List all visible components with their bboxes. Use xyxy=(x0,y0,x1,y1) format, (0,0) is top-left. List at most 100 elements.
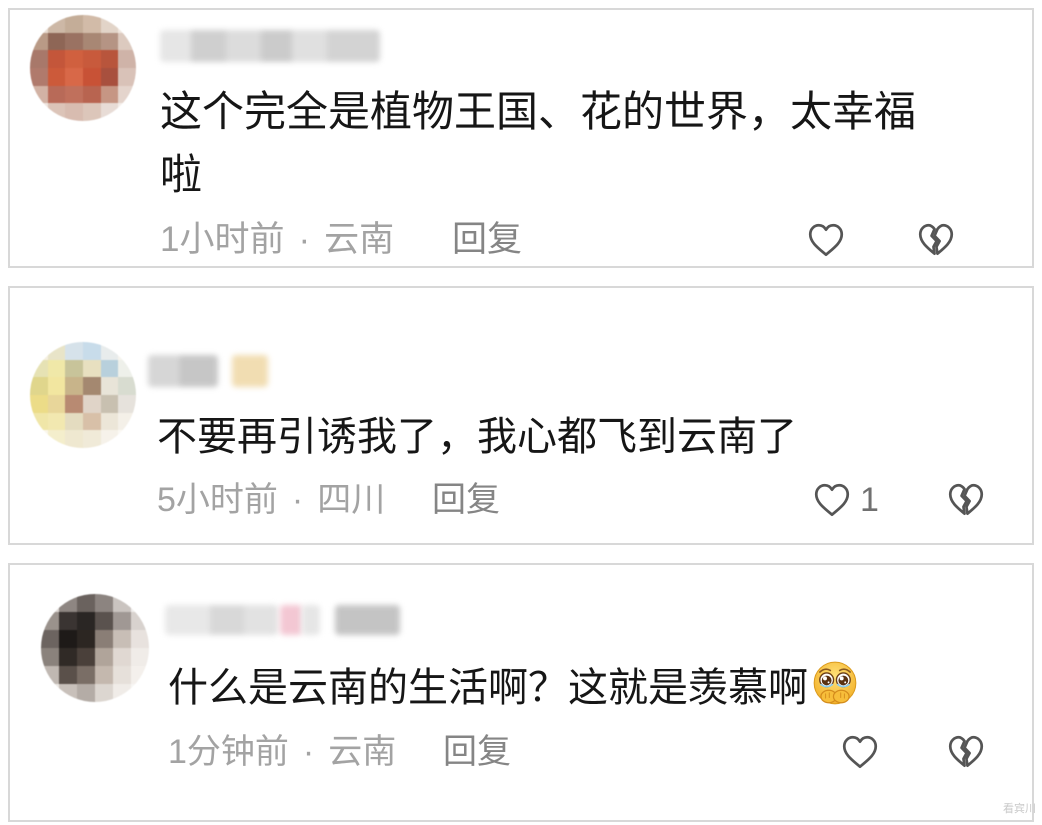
watermark: 看宾川 xyxy=(1003,803,1036,815)
avatar-pixel xyxy=(41,684,59,702)
avatar-pixel xyxy=(47,103,66,121)
avatar-pixel xyxy=(30,50,48,68)
avatar-pixel xyxy=(59,666,77,684)
dislike-button[interactable] xyxy=(945,479,987,521)
avatar-pixel xyxy=(95,594,113,612)
comment-text: 什么是云南的生活啊？这就是羡慕啊 xyxy=(168,666,808,710)
avatar-pixel xyxy=(118,85,136,104)
username-redacted[interactable] xyxy=(148,355,268,387)
username-blur-block xyxy=(148,355,218,387)
avatar-pixel xyxy=(65,430,83,448)
avatar-pixel xyxy=(30,412,48,431)
comment-card: 这个完全是植物王国、花的世界，太幸福啦 1小时前 · 云南 回复 xyxy=(8,8,1034,268)
meta-separator: · xyxy=(302,733,315,771)
dislike-button[interactable] xyxy=(915,219,957,261)
comment-meta: 1小时前 · 云南 xyxy=(160,220,394,260)
avatar-pixel xyxy=(113,666,131,684)
avatar-pixel xyxy=(47,342,66,360)
avatar-pixel xyxy=(118,50,136,68)
avatar-pixel xyxy=(82,50,101,68)
avatar-pixel xyxy=(100,15,119,33)
avatar-pixel xyxy=(118,32,136,51)
avatar-pixel xyxy=(30,85,48,104)
avatar-pixel xyxy=(82,15,101,33)
like-button[interactable] xyxy=(811,479,853,521)
avatar-pixel xyxy=(65,50,83,68)
avatar-pixel xyxy=(118,359,136,378)
avatar[interactable] xyxy=(41,594,149,702)
avatar-pixel xyxy=(118,103,136,121)
teary-face-hands-emoji-icon xyxy=(810,659,860,709)
avatar-pixel xyxy=(100,67,119,86)
avatar-pixel xyxy=(113,594,131,612)
avatar-pixel xyxy=(47,359,66,378)
avatar-pixel xyxy=(41,594,59,612)
avatar-pixel xyxy=(118,377,136,395)
avatar-pixel xyxy=(65,85,83,104)
comment-card: 什么是云南的生活啊？这就是羡慕啊 1分钟前 · 云南 回复 xyxy=(8,563,1034,822)
username-blur-block xyxy=(280,605,302,635)
avatar[interactable] xyxy=(30,15,136,121)
avatar-pixel xyxy=(47,394,66,413)
avatar-pixel xyxy=(77,684,95,702)
avatar-pixel xyxy=(65,32,83,51)
avatar-pixel xyxy=(95,612,113,630)
avatar-pixel xyxy=(118,430,136,448)
like-button[interactable] xyxy=(805,219,847,261)
avatar-pixel xyxy=(82,377,101,395)
meta-separator: · xyxy=(298,220,311,259)
avatar-pixel xyxy=(118,394,136,413)
avatar-pixel xyxy=(41,648,59,666)
username-blur-block xyxy=(335,605,400,635)
username-redacted[interactable] xyxy=(160,30,380,62)
meta-separator: · xyxy=(291,481,304,519)
comment-time: 5小时前 xyxy=(157,481,278,519)
avatar-pixel xyxy=(82,394,101,413)
avatar-pixel xyxy=(47,377,66,395)
avatar-pixel xyxy=(59,648,77,666)
comment-text: 不要再引诱我了，我心都飞到云南了 xyxy=(157,415,797,459)
avatar-pixel xyxy=(65,342,83,360)
heart-outline-icon xyxy=(811,479,853,521)
comment-text-row: 什么是云南的生活啊？这就是羡慕啊 xyxy=(168,658,988,718)
comment-time: 1小时前 xyxy=(160,220,285,259)
avatar-pixel xyxy=(30,430,48,448)
avatar-pixel xyxy=(100,359,119,378)
avatar-pixel xyxy=(131,684,149,702)
avatar-pixel xyxy=(95,648,113,666)
avatar-pixel xyxy=(100,412,119,431)
reply-button[interactable]: 回复 xyxy=(432,480,500,520)
avatar-pixel xyxy=(100,377,119,395)
avatar-pixel xyxy=(47,412,66,431)
avatar-pixel xyxy=(41,630,59,648)
avatar-pixel xyxy=(41,666,59,684)
username-redacted[interactable] xyxy=(165,605,400,635)
reply-button[interactable]: 回复 xyxy=(443,732,511,772)
avatar-pixel xyxy=(30,394,48,413)
avatar-pixel xyxy=(77,666,95,684)
reply-button[interactable]: 回复 xyxy=(452,220,522,260)
comment-text: 这个完全是植物王国、花的世界，太幸福啦 xyxy=(160,88,917,198)
dislike-button[interactable] xyxy=(945,731,987,773)
avatar-pixel xyxy=(100,103,119,121)
avatar-pixel xyxy=(77,648,95,666)
avatar-pixel xyxy=(82,67,101,86)
avatar-pixel xyxy=(131,612,149,630)
avatar-pixel xyxy=(118,15,136,33)
avatar-pixel xyxy=(118,67,136,86)
avatar-pixel xyxy=(131,594,149,612)
avatar-pixel xyxy=(82,412,101,431)
avatar-pixel xyxy=(30,67,48,86)
heart-outline-icon xyxy=(805,219,847,261)
avatar-pixel xyxy=(59,630,77,648)
avatar[interactable] xyxy=(30,342,136,448)
avatar-pixel xyxy=(30,359,48,378)
heart-outline-icon xyxy=(839,731,881,773)
avatar-pixel xyxy=(65,377,83,395)
avatar-pixel xyxy=(30,377,48,395)
comment-card: 不要再引诱我了，我心都飞到云南了 5小时前 · 四川 回复 1 xyxy=(8,286,1034,545)
avatar-pixel xyxy=(47,15,66,33)
like-button[interactable] xyxy=(839,731,881,773)
avatar-pixel xyxy=(30,103,48,121)
avatar-pixel xyxy=(47,430,66,448)
